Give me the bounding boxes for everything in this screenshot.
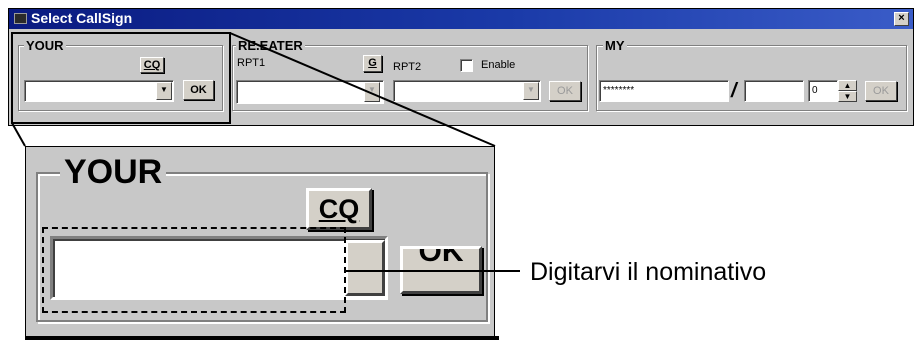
annotation-text: Digitarvi il nominativo (530, 258, 767, 286)
annotation-leader-line (346, 270, 520, 272)
